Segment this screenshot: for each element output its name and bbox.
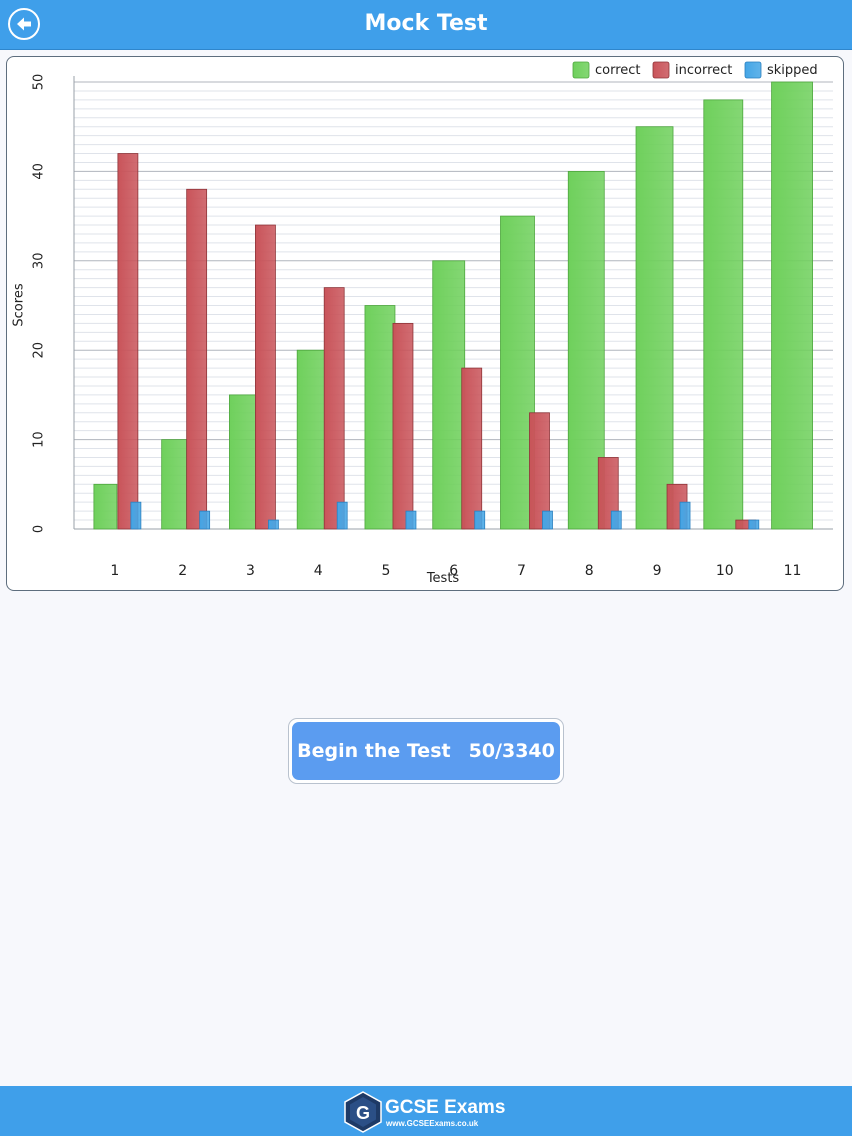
x-tick-label: 1 xyxy=(110,563,119,579)
correct-bar xyxy=(364,305,396,530)
logo-url: www.GCSEExams.co.uk xyxy=(386,1119,479,1128)
x-tick-label: 3 xyxy=(246,563,255,579)
begin-test-button[interactable]: Begin the Test 50/3340 xyxy=(288,718,564,784)
x-tick-label: 2 xyxy=(178,563,187,579)
correct-bar xyxy=(635,126,674,530)
legend-swatch-correct xyxy=(572,61,590,79)
incorrect-bar xyxy=(323,287,345,530)
logo-letter: G xyxy=(356,1103,370,1123)
skipped-bar xyxy=(610,510,622,530)
legend-label-skipped: skipped xyxy=(767,63,818,78)
legend-swatch-incorrect xyxy=(652,61,670,79)
incorrect-bar xyxy=(392,322,414,530)
legend-label-correct: correct xyxy=(595,63,641,78)
gcse-exams-logo[interactable]: G GCSE Exams www.GCSEExams.co.uk xyxy=(343,1091,513,1133)
correct-bar xyxy=(771,81,813,530)
incorrect-bar xyxy=(186,188,208,530)
y-tick-label: 40 xyxy=(32,163,47,180)
x-tick-label: 9 xyxy=(653,563,662,579)
correct-bar xyxy=(432,260,466,530)
skipped-bar xyxy=(405,510,417,530)
skipped-bar xyxy=(130,501,142,530)
correct-bar xyxy=(161,439,188,530)
incorrect-bar xyxy=(461,367,483,530)
skipped-bar xyxy=(199,510,211,530)
incorrect-bar xyxy=(117,153,139,530)
correct-bar xyxy=(93,483,118,530)
question-count: 50/3340 xyxy=(468,740,555,762)
header-bar: Mock Test xyxy=(0,0,852,50)
x-tick-label: 5 xyxy=(381,563,390,579)
y-tick-label: 30 xyxy=(32,253,47,270)
y-axis-title: Scores xyxy=(12,283,27,326)
x-tick-label: 10 xyxy=(716,563,734,579)
skipped-bar xyxy=(542,510,553,530)
scores-chart: 010203040501 2 3 4 5 6 7 8 9 10 11TestsScorescorre… xyxy=(12,61,833,586)
x-tick-label: 4 xyxy=(314,563,323,579)
x-tick-label: 11 xyxy=(784,563,802,579)
incorrect-bar xyxy=(255,224,276,530)
skipped-bar xyxy=(748,519,760,530)
legend-label-incorrect: incorrect xyxy=(675,63,732,78)
legend-swatch-skipped xyxy=(744,61,762,79)
footer-bar: G GCSE Exams www.GCSEExams.co.uk xyxy=(0,1086,852,1136)
correct-bar xyxy=(229,394,257,530)
hexagon-logo-icon: G xyxy=(344,1091,382,1133)
begin-test-button-face: Begin the Test 50/3340 xyxy=(292,722,560,780)
y-tick-label: 50 xyxy=(32,74,47,91)
correct-bar xyxy=(296,349,326,530)
skipped-bar xyxy=(336,501,348,530)
skipped-bar xyxy=(474,510,486,530)
y-tick-label: 20 xyxy=(32,342,47,359)
y-tick-label: 10 xyxy=(32,431,47,448)
scores-chart-panel: 0 10 20 30 40 50 1 2 3 4 5 6 7 8 9 10 11 Tests Scores corre… xyxy=(6,56,844,591)
y-tick-label: 0 xyxy=(32,525,47,533)
x-tick-label: 7 xyxy=(517,563,526,579)
x-axis-title: Tests xyxy=(426,571,460,586)
x-tick-label: 8 xyxy=(585,563,594,579)
skipped-bar xyxy=(679,501,691,530)
page-title: Mock Test xyxy=(364,11,488,36)
begin-test-label: Begin the Test xyxy=(297,740,451,762)
correct-bar xyxy=(703,99,744,530)
skipped-bar xyxy=(268,519,279,530)
logo-name: GCSE Exams xyxy=(385,1097,506,1118)
